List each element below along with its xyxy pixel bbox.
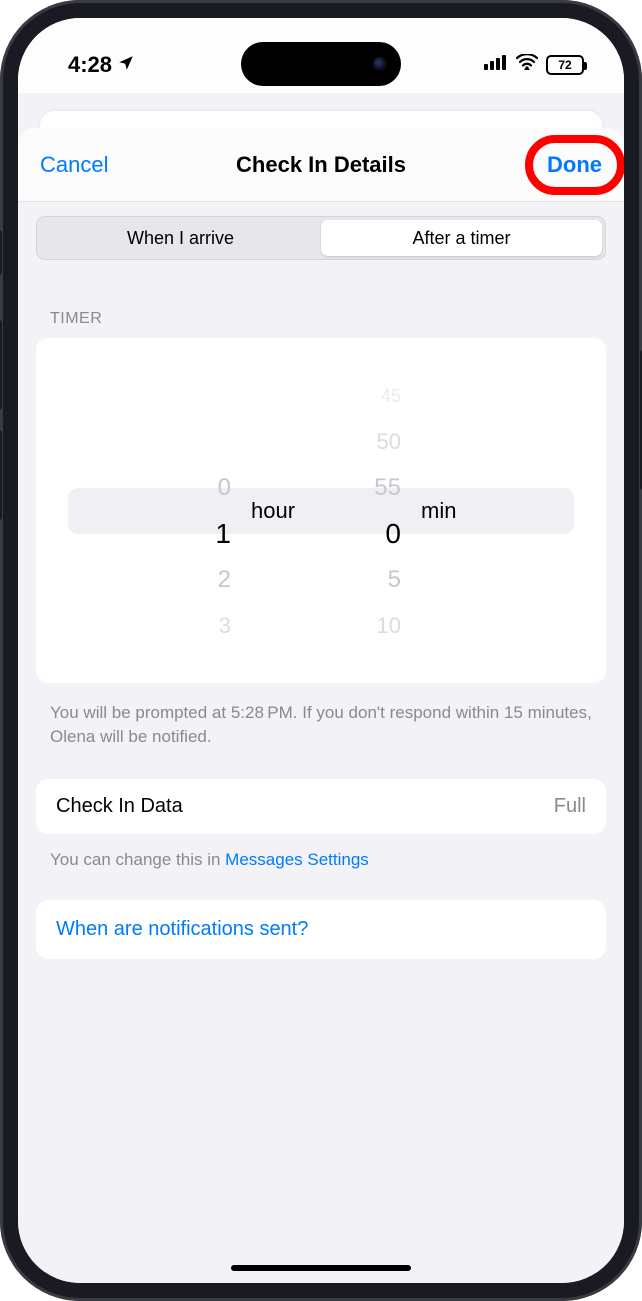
minute-wheel[interactable]: 40 45 50 55 0 5 10 15 bbox=[321, 368, 411, 653]
timer-picker-card: . . . 0 1 2 3 4 hour 4 0 bbox=[36, 338, 606, 683]
physical-mute-switch bbox=[0, 230, 2, 275]
navigation-bar: Cancel Check In Details Done bbox=[18, 128, 624, 202]
done-button[interactable]: Done bbox=[547, 152, 602, 178]
wifi-icon bbox=[516, 54, 538, 75]
dynamic-island bbox=[241, 42, 401, 86]
mode-segmented-control[interactable]: When I arrive After a timer bbox=[36, 216, 606, 260]
battery-icon: 72 bbox=[546, 55, 584, 75]
minute-option[interactable]: 15 bbox=[321, 649, 411, 654]
segment-after-a-timer[interactable]: After a timer bbox=[321, 220, 602, 256]
device-frame: 4:28 bbox=[0, 0, 642, 1301]
segment-when-i-arrive[interactable]: When I arrive bbox=[40, 220, 321, 256]
timer-footer-description: You will be prompted at 5:28 PM. If you … bbox=[36, 693, 606, 779]
hour-selected[interactable]: 1 bbox=[151, 511, 241, 557]
physical-volume-up bbox=[0, 320, 2, 410]
hour-option[interactable]: 2 bbox=[151, 557, 241, 603]
check-in-footer-text: You can change this in bbox=[50, 850, 225, 869]
minute-selected[interactable]: 0 bbox=[321, 511, 411, 557]
hour-option[interactable]: 4 bbox=[151, 649, 241, 654]
status-time: 4:28 bbox=[68, 52, 112, 78]
messages-settings-link[interactable]: Messages Settings bbox=[225, 850, 369, 869]
home-indicator[interactable] bbox=[231, 1265, 411, 1271]
minute-option[interactable]: 50 bbox=[321, 419, 411, 465]
minute-option[interactable]: 45 bbox=[321, 373, 411, 419]
timer-section-header: TIMER bbox=[50, 310, 606, 328]
hour-option[interactable]: 0 bbox=[151, 465, 241, 511]
page-title: Check In Details bbox=[18, 152, 624, 178]
hour-wheel[interactable]: . . . 0 1 2 3 4 bbox=[151, 368, 241, 653]
screen: 4:28 bbox=[18, 18, 624, 1283]
minute-unit-label: min bbox=[411, 498, 491, 524]
hour-unit-label: hour bbox=[241, 498, 321, 524]
cellular-icon bbox=[484, 54, 508, 75]
minute-option[interactable]: 5 bbox=[321, 557, 411, 603]
cancel-button[interactable]: Cancel bbox=[40, 152, 108, 178]
when-notifications-sent-label: When are notifications sent? bbox=[56, 918, 308, 940]
physical-volume-down bbox=[0, 430, 2, 520]
location-arrow-icon bbox=[117, 52, 135, 78]
hour-option[interactable]: 3 bbox=[151, 603, 241, 649]
check-in-details-sheet: Cancel Check In Details Done When I arri… bbox=[18, 128, 624, 1283]
when-notifications-sent-row[interactable]: When are notifications sent? bbox=[36, 900, 606, 959]
check-in-data-row[interactable]: Check In Data Full bbox=[36, 779, 606, 834]
minute-option[interactable]: 55 bbox=[321, 465, 411, 511]
check-in-data-label: Check In Data bbox=[56, 795, 183, 818]
check-in-data-value: Full bbox=[554, 795, 586, 818]
minute-option[interactable]: 10 bbox=[321, 603, 411, 649]
battery-level: 72 bbox=[558, 58, 571, 72]
check-in-data-footer: You can change this in Messages Settings bbox=[36, 844, 606, 900]
